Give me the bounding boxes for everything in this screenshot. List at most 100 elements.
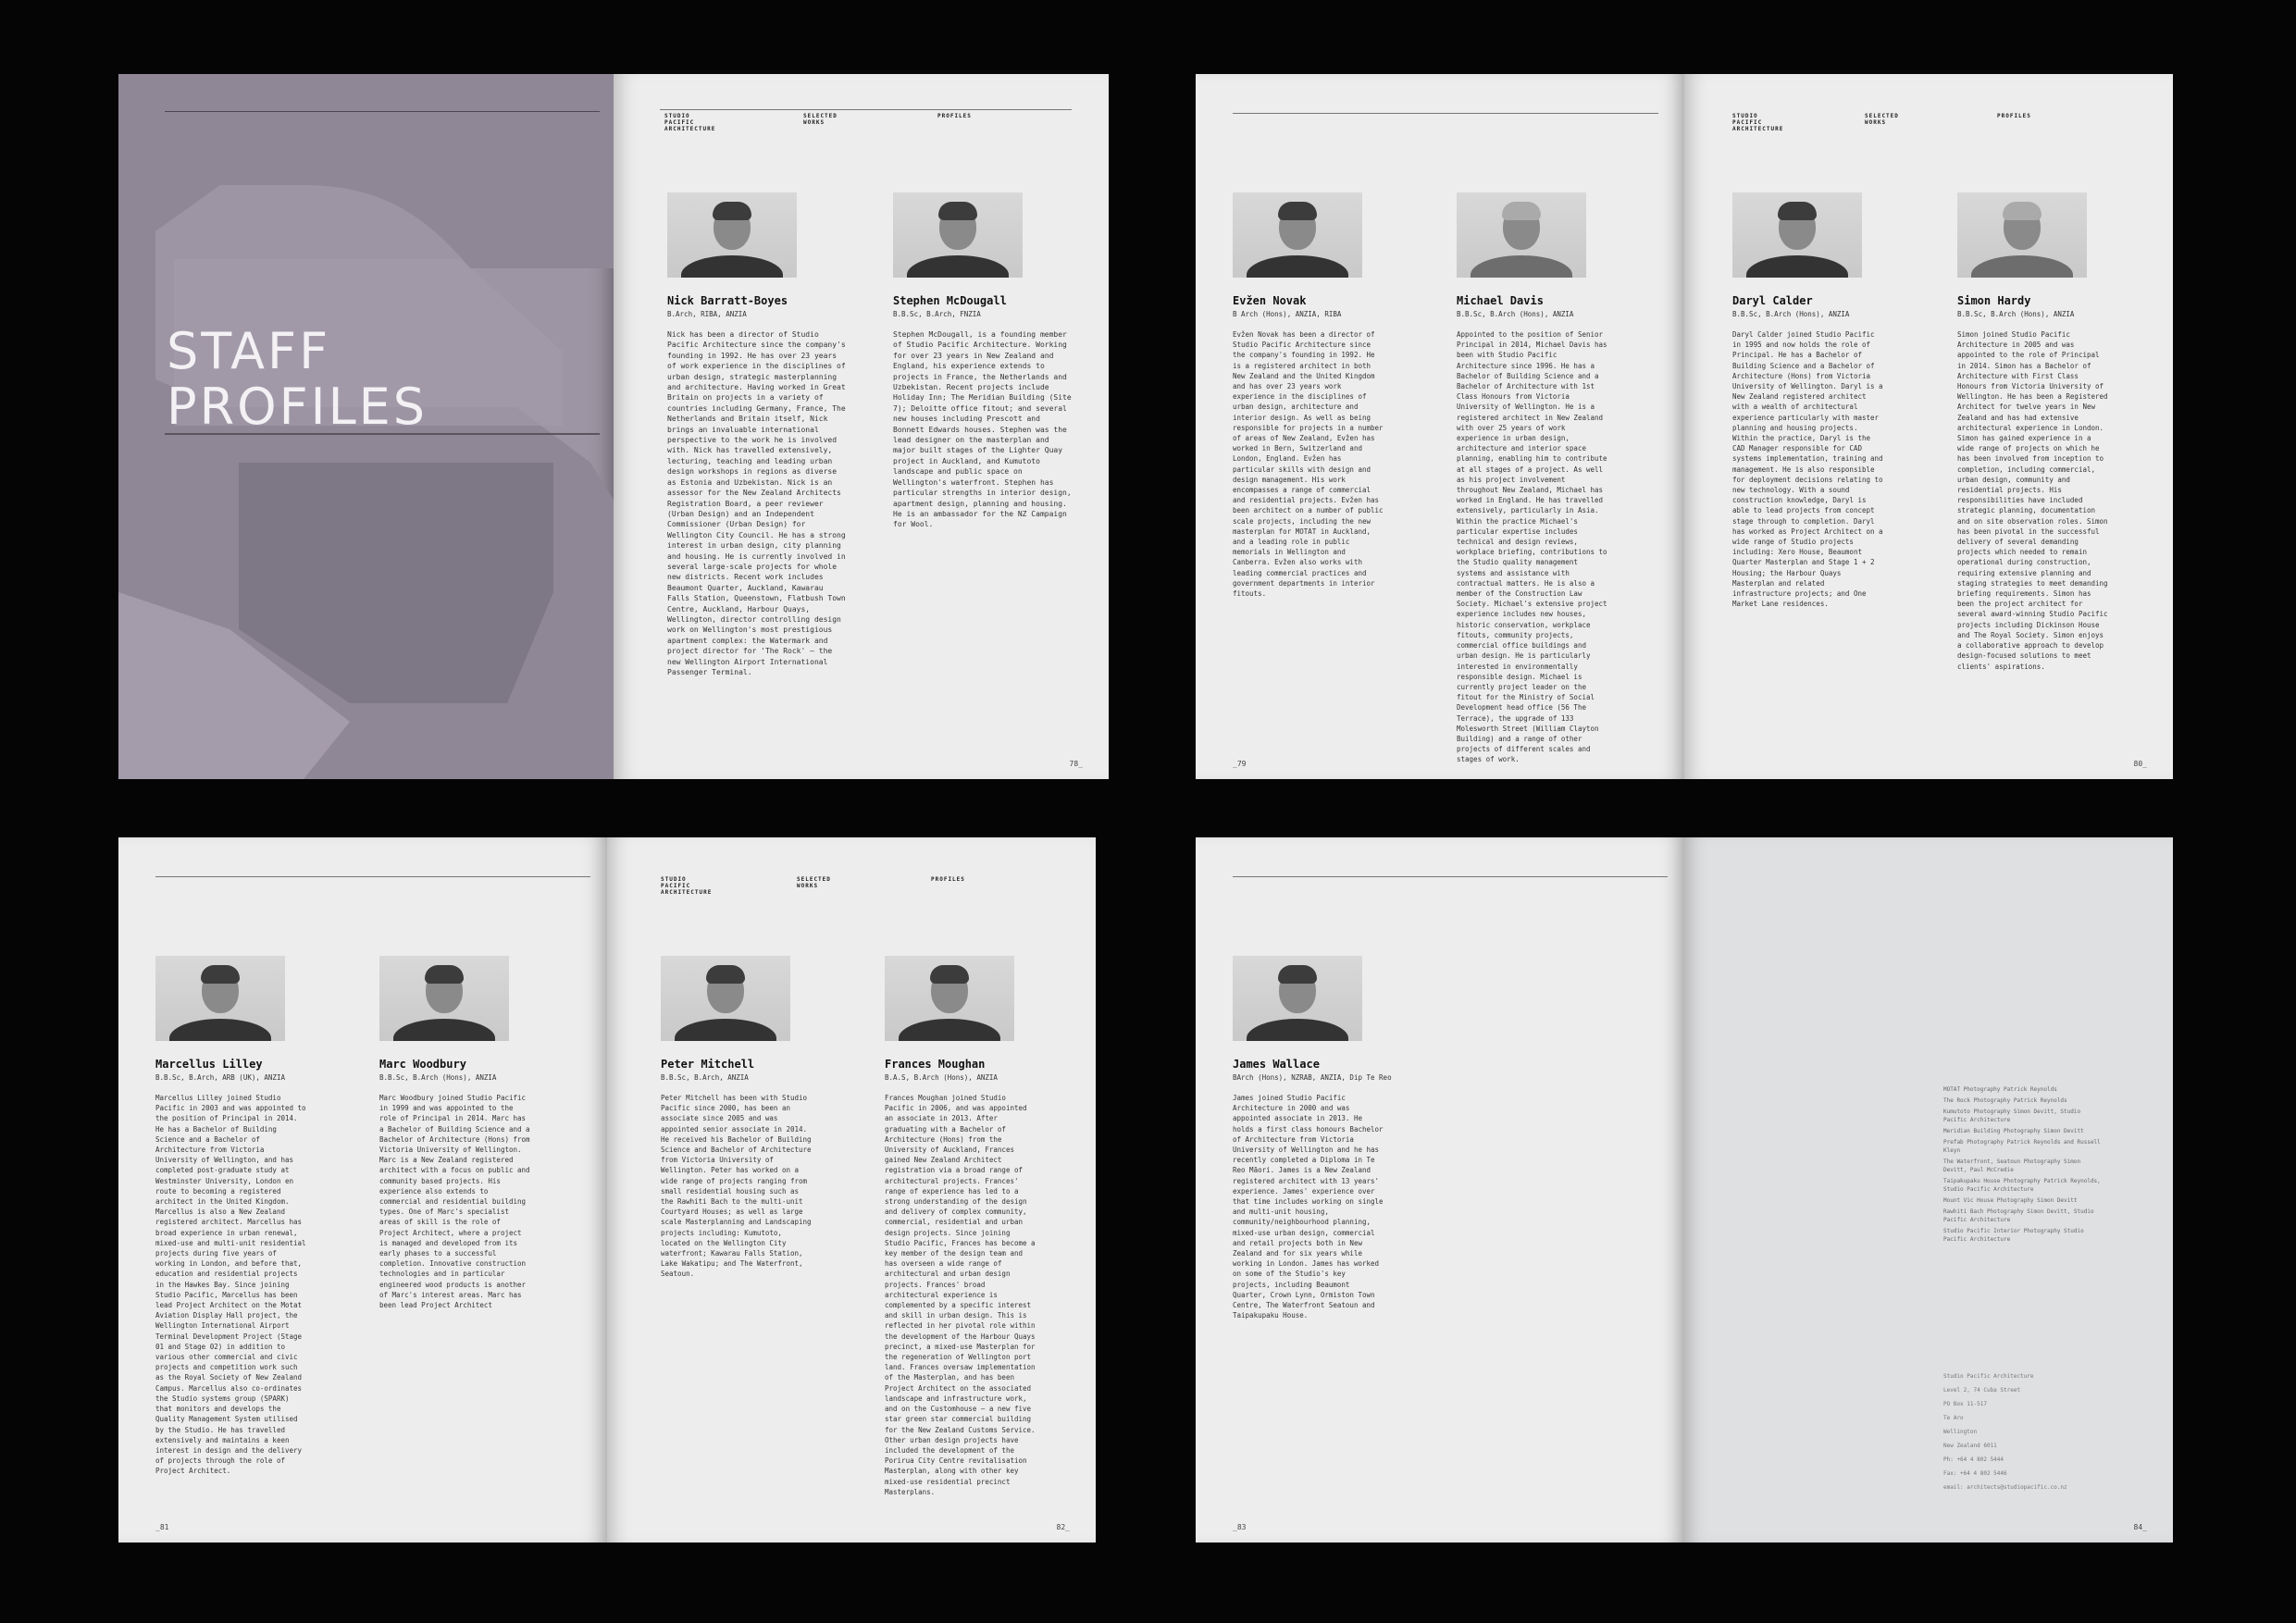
profile-frances: Frances Moughan B.A.S, B.Arch (Hons), AN… xyxy=(885,956,1037,1497)
page-number: 80_ xyxy=(2133,760,2147,768)
profile-quals: B.B.Sc, B.Arch (Hons), ANZIA xyxy=(1732,310,1850,318)
profile-name: Simon Hardy xyxy=(1957,294,2031,307)
profile-name: Daryl Calder xyxy=(1732,294,1813,307)
profile-quals: B.B.Sc, B.Arch, FNZIA xyxy=(893,310,981,318)
spread-cover-78: STAFF PROFILES STUDIO PACIFIC ARCHITECTURE… xyxy=(118,74,1109,779)
portrait-photo xyxy=(1732,192,1862,278)
portrait-photo xyxy=(661,956,790,1041)
profile-bio: Daryl Calder joined Studio Pacific in 19… xyxy=(1732,330,1883,609)
profile-peter: Peter Mitchell B.B.Sc, B.Arch, ANZIA Pet… xyxy=(661,956,813,1280)
profile-quals: B.B.Sc, B.Arch (Hons), ANZIA xyxy=(1457,310,1574,318)
profile-quals: B Arch (Hons), ANZIA, RIBA xyxy=(1233,310,1342,318)
cover-top-rule xyxy=(165,111,600,112)
page-82: STUDIO PACIFIC ARCHITECTURE SELECTED WORKS … xyxy=(607,837,1096,1542)
credit-item: The Rock Photography Patrick Reynolds xyxy=(1943,1097,2067,1104)
portrait-photo xyxy=(155,956,285,1041)
profile-bio: Stephen McDougall, is a founding member … xyxy=(893,330,1072,529)
page-number: 78_ xyxy=(1069,760,1083,768)
address-line: Te Aro xyxy=(1943,1415,1964,1421)
page-number: _83 xyxy=(1233,1523,1247,1531)
credit-item: Taipakupaku House Photography Patrick Re… xyxy=(1943,1178,2101,1193)
page-78: STUDIO PACIFIC ARCHITECTURE SELECTED WORKS … xyxy=(614,74,1109,779)
profile-name: Stephen McDougall xyxy=(893,294,1007,307)
studio-address: Studio Pacific Architecture Level 2, 74 … xyxy=(1943,1369,2067,1494)
address-line: Level 2, 74 Cuba Street xyxy=(1943,1387,2021,1394)
address-line: Ph: +64 4 802 5444 xyxy=(1943,1456,2004,1463)
credit-item: Studio Pacific Interior Photography Stud… xyxy=(1943,1228,2084,1243)
header-selected-works: SELECTED WORKS xyxy=(803,113,838,126)
profile-marcellus: Marcellus Lilley B.B.Sc, B.Arch, ARB (UK… xyxy=(155,956,308,1477)
profile-name: Evžen Novak xyxy=(1233,294,1307,307)
profile-simon: Simon Hardy B.B.Sc, B.Arch (Hons), ANZIA… xyxy=(1957,192,2110,672)
page-83: James Wallace BArch (Hons), NZRAB, ANZIA… xyxy=(1196,837,1684,1542)
credit-item: Kumutoto Photography Simon Devitt, Studi… xyxy=(1943,1109,2081,1123)
top-rule xyxy=(660,109,1072,110)
header-selected-works: SELECTED WORKS xyxy=(797,876,831,889)
address-line: Studio Pacific Architecture xyxy=(1943,1373,2034,1380)
profile-name: Nick Barratt-Boyes xyxy=(667,294,788,307)
page-84: MOTAT Photography Patrick Reynolds The R… xyxy=(1684,837,2173,1542)
profile-name: Peter Mitchell xyxy=(661,1058,755,1071)
address-line: Fax: +64 4 802 5446 xyxy=(1943,1470,2007,1477)
address-line: Wellington xyxy=(1943,1429,1978,1435)
profile-name: Frances Moughan xyxy=(885,1058,986,1071)
address-line: email: architects@studiopacific.co.nz xyxy=(1943,1484,2067,1491)
cover-title-line2: PROFILES xyxy=(167,378,428,436)
credit-item: Rawhiti Bach Photography Simon Devitt, S… xyxy=(1943,1208,2094,1223)
profile-quals: B.B.Sc, B.Arch (Hons), ANZIA xyxy=(379,1073,497,1082)
profile-bio: Simon joined Studio Pacific Architecture… xyxy=(1957,330,2108,671)
profile-name: James Wallace xyxy=(1233,1058,1320,1071)
portrait-photo xyxy=(379,956,509,1041)
profile-quals: BArch (Hons), NZRAB, ANZIA, Dip Te Reo xyxy=(1233,1073,1392,1082)
profile-quals: B.B.Sc, B.Arch, ARB (UK), ANZIA xyxy=(155,1073,285,1082)
credit-item: MOTAT Photography Patrick Reynolds xyxy=(1943,1086,2057,1093)
profile-quals: B.Arch, RIBA, ANZIA xyxy=(667,310,747,318)
spread-79-80: Evžen Novak B Arch (Hons), ANZIA, RIBA E… xyxy=(1196,74,2173,779)
portrait-photo xyxy=(1957,192,2087,278)
cover-title-rule xyxy=(165,433,600,435)
profile-name: Marc Woodbury xyxy=(379,1058,466,1071)
header-profiles: PROFILES xyxy=(1997,113,2031,119)
profile-name: Michael Davis xyxy=(1457,294,1544,307)
profile-nick: Nick Barratt-Boyes B.Arch, RIBA, ANZIA N… xyxy=(667,192,848,677)
portrait-photo xyxy=(1233,956,1362,1041)
profile-quals: B.B.Sc, B.Arch, ANZIA xyxy=(661,1073,749,1082)
header-profiles: PROFILES xyxy=(937,113,972,119)
profile-james: James Wallace BArch (Hons), NZRAB, ANZIA… xyxy=(1233,956,1392,1320)
spread-83-84: James Wallace BArch (Hons), NZRAB, ANZIA… xyxy=(1196,837,2173,1542)
page-80: STUDIO PACIFIC ARCHITECTURE SELECTED WORKS … xyxy=(1684,74,2173,779)
portrait-photo xyxy=(885,956,1014,1041)
header-studio: STUDIO PACIFIC ARCHITECTURE xyxy=(661,876,713,896)
portrait-photo xyxy=(667,192,797,278)
profile-evzen: Evžen Novak B Arch (Hons), ANZIA, RIBA E… xyxy=(1233,192,1385,599)
top-rule xyxy=(1233,876,1668,877)
spread-81-82: Marcellus Lilley B.B.Sc, B.Arch, ARB (UK… xyxy=(118,837,1096,1542)
profile-bio: Evžen Novak has been a director of Studi… xyxy=(1233,330,1384,599)
cover-page: STAFF PROFILES xyxy=(118,74,614,779)
header-selected-works: SELECTED WORKS xyxy=(1865,113,1899,126)
profile-daryl: Daryl Calder B.B.Sc, B.Arch (Hons), ANZI… xyxy=(1732,192,1885,609)
credit-item: Prefab Photography Patrick Reynolds and … xyxy=(1943,1139,2101,1154)
credit-item: Meridian Building Photography Simon Devi… xyxy=(1943,1128,2084,1134)
page-79: Evžen Novak B Arch (Hons), ANZIA, RIBA E… xyxy=(1196,74,1684,779)
profile-stephen: Stephen McDougall B.B.Sc, B.Arch, FNZIA … xyxy=(893,192,1074,530)
profile-bio: Frances Moughan joined Studio Pacific in… xyxy=(885,1094,1036,1496)
profile-quals: B.A.S, B.Arch (Hons), ANZIA xyxy=(885,1073,998,1082)
address-line: PO Box 11-517 xyxy=(1943,1401,1987,1407)
portrait-photo xyxy=(1457,192,1586,278)
profile-marc: Marc Woodbury B.B.Sc, B.Arch (Hons), ANZ… xyxy=(379,956,532,1310)
header-studio: STUDIO PACIFIC ARCHITECTURE xyxy=(664,113,716,132)
address-line: New Zealand 6011 xyxy=(1943,1443,1997,1449)
header-profiles: PROFILES xyxy=(931,876,965,883)
profile-bio: Marc Woodbury joined Studio Pacific in 1… xyxy=(379,1094,530,1310)
cover-title: STAFF PROFILES xyxy=(167,324,428,435)
page-81: Marcellus Lilley B.B.Sc, B.Arch, ARB (UK… xyxy=(118,837,607,1542)
page-number: _79 xyxy=(1233,760,1247,768)
profile-bio: Nick has been a director of Studio Pacif… xyxy=(667,330,846,676)
credit-item: The Waterfront, Seatoun Photography Simo… xyxy=(1943,1158,2081,1173)
top-rule xyxy=(155,876,590,877)
page-number: 84_ xyxy=(2133,1523,2147,1531)
profile-quals: B.B.Sc, B.Arch (Hons), ANZIA xyxy=(1957,310,2075,318)
profile-bio: Marcellus Lilley joined Studio Pacific i… xyxy=(155,1094,306,1476)
profile-bio: Peter Mitchell has been with Studio Paci… xyxy=(661,1094,812,1279)
